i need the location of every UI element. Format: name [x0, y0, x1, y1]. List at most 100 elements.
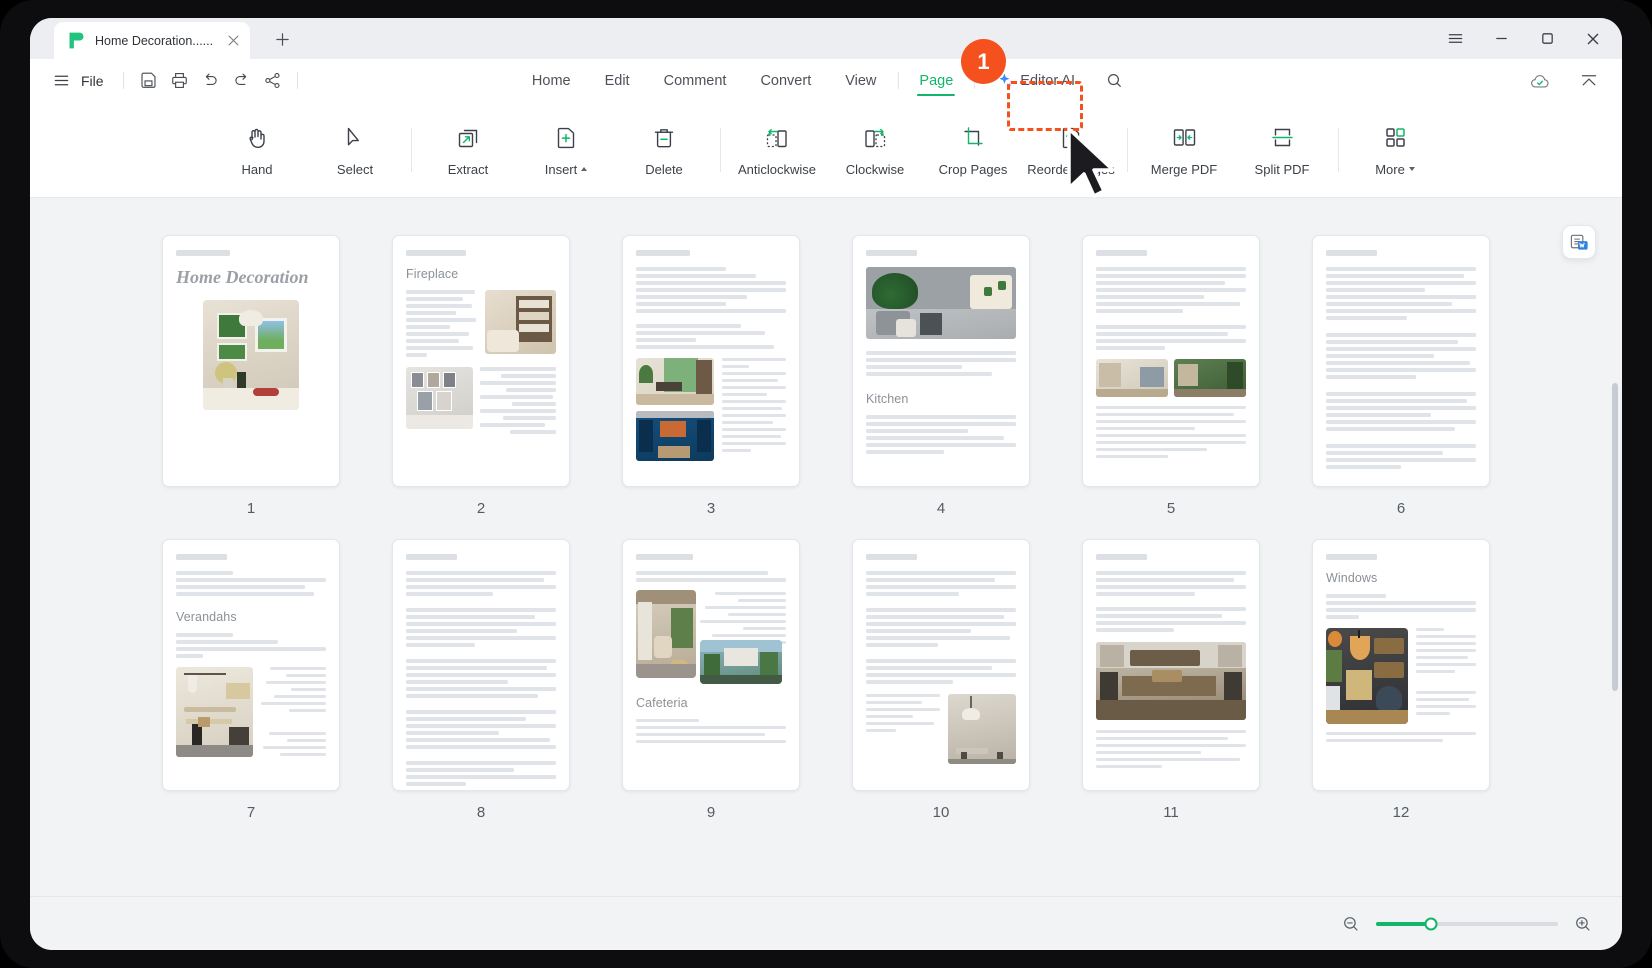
convert-to-word-icon[interactable]: [1562, 225, 1596, 259]
zoom-controls: [1340, 897, 1594, 950]
page-thumbnail-canvas[interactable]: Home Decoration 1 Fireplace 2 3 Kitchen …: [30, 199, 1622, 896]
page-cell[interactable]: 3: [596, 235, 826, 517]
print-icon[interactable]: [164, 65, 195, 96]
tool-reorder-pages[interactable]: Reorder Pages: [1022, 111, 1120, 189]
vertical-scrollbar[interactable]: [1612, 383, 1618, 896]
cloud-check-icon[interactable]: [1524, 65, 1555, 96]
page-cell[interactable]: Home Decoration 1: [136, 235, 366, 517]
divider: [897, 72, 899, 89]
page-cell[interactable]: 5: [1056, 235, 1286, 517]
page-number: 6: [1396, 500, 1406, 517]
tool-clockwise[interactable]: Clockwise: [826, 111, 924, 189]
tool-extract[interactable]: Extract: [419, 111, 517, 189]
collapse-up-icon[interactable]: [1573, 65, 1604, 96]
page-thumbnail-1[interactable]: Home Decoration: [162, 235, 340, 487]
app-window: Home Decoration...... File Home Edit Com…: [30, 18, 1622, 950]
page-cell[interactable]: 8: [366, 539, 596, 821]
page-thumbnail-5[interactable]: [1082, 235, 1260, 487]
page-thumbnail-7[interactable]: Verandahs: [162, 539, 340, 791]
page-thumbnail-8[interactable]: [392, 539, 570, 791]
page-cell[interactable]: 11: [1056, 539, 1286, 821]
page-image: [176, 666, 253, 757]
page-thumbnail-9[interactable]: Cafeteria: [622, 539, 800, 791]
document-tab[interactable]: Home Decoration......: [54, 22, 250, 59]
page-image: [1096, 358, 1168, 397]
scrollbar-thumb[interactable]: [1612, 383, 1618, 691]
tool-merge-pdf[interactable]: Merge PDF: [1135, 111, 1233, 189]
page-heading: Home Decoration: [176, 267, 309, 287]
zoom-in-icon[interactable]: [1572, 913, 1594, 935]
rotate-clockwise-icon: [861, 123, 889, 153]
menu-tab-convert[interactable]: Convert: [743, 59, 828, 102]
zoom-slider-fill: [1376, 922, 1431, 926]
page-image: [866, 267, 1016, 339]
tool-more-label: More: [1375, 162, 1415, 177]
tool-select[interactable]: Select: [306, 111, 404, 189]
page-cell[interactable]: 6: [1286, 235, 1516, 517]
page-heading: Verandahs: [176, 610, 237, 624]
undo-icon[interactable]: [195, 65, 226, 96]
tool-hand-label: Hand: [241, 161, 273, 177]
tool-more[interactable]: More: [1346, 111, 1444, 189]
page-thumbnail-3[interactable]: [622, 235, 800, 487]
page-thumbnail-4[interactable]: Kitchen: [852, 235, 1030, 487]
tool-crop-pages-label: Crop Pages: [938, 161, 1008, 177]
redo-icon[interactable]: [226, 65, 257, 96]
tool-anticlockwise-label: Anticlockwise: [737, 161, 817, 177]
tool-anticlockwise[interactable]: Anticlockwise: [728, 111, 826, 189]
page-cell[interactable]: Verandahs 7: [136, 539, 366, 821]
tool-split-pdf[interactable]: Split PDF: [1233, 111, 1331, 189]
tool-hand[interactable]: Hand: [208, 111, 306, 189]
page-image: [1326, 627, 1409, 724]
maximize-icon[interactable]: [1534, 26, 1560, 52]
menu-tab-home[interactable]: Home: [515, 59, 588, 102]
menu-tab-page[interactable]: Page: [902, 59, 970, 102]
tool-insert[interactable]: Insert: [517, 111, 615, 189]
page-thumbnail-2[interactable]: Fireplace: [392, 235, 570, 487]
hamburger-icon: [50, 70, 72, 92]
page-cell[interactable]: Cafeteria 9: [596, 539, 826, 821]
ribbon-toolbar: Hand Select Extract Insert Delete Anticl…: [30, 102, 1622, 198]
minimize-icon[interactable]: [1488, 26, 1514, 52]
zoom-slider-knob[interactable]: [1424, 917, 1438, 931]
page-heading: Windows: [1326, 571, 1378, 585]
page-cell[interactable]: Windows 12: [1286, 539, 1516, 821]
new-tab-button[interactable]: [270, 27, 294, 51]
search-icon[interactable]: [1092, 59, 1137, 102]
menu-tab-view[interactable]: View: [828, 59, 893, 102]
page-cell[interactable]: Kitchen 4: [826, 235, 1056, 517]
share-icon[interactable]: [257, 65, 288, 96]
extract-pages-icon: [455, 123, 481, 153]
menu-tab-comment[interactable]: Comment: [647, 59, 744, 102]
split-pdf-icon: [1269, 123, 1296, 153]
tool-crop-pages[interactable]: Crop Pages: [924, 111, 1022, 189]
zoom-slider[interactable]: [1376, 917, 1558, 931]
page-image: [1174, 358, 1246, 397]
page-heading: Fireplace: [406, 267, 459, 281]
rotate-anticlockwise-icon: [763, 123, 791, 153]
tool-delete[interactable]: Delete: [615, 111, 713, 189]
menubar: File Home Edit Comment Convert View Page…: [30, 59, 1622, 102]
divider: [1127, 127, 1128, 172]
page-cell[interactable]: 10: [826, 539, 1056, 821]
tool-clockwise-label: Clockwise: [845, 161, 905, 177]
close-icon[interactable]: [224, 32, 242, 50]
menu-tab-edit[interactable]: Edit: [588, 59, 647, 102]
page-cell[interactable]: Fireplace 2: [366, 235, 596, 517]
page-thumbnail-6[interactable]: [1312, 235, 1490, 487]
tool-merge-pdf-label: Merge PDF: [1150, 161, 1218, 177]
file-menu-button[interactable]: File: [46, 70, 114, 92]
page-thumbnail-11[interactable]: [1082, 539, 1260, 791]
page-thumbnail-12[interactable]: Windows: [1312, 539, 1490, 791]
titlebar: Home Decoration......: [30, 18, 1622, 59]
tool-split-pdf-label: Split PDF: [1254, 161, 1310, 177]
page-image: [406, 367, 474, 429]
hamburger-icon[interactable]: [1442, 26, 1468, 52]
close-icon[interactable]: [1580, 26, 1606, 52]
pdf-app-logo-icon: [66, 30, 87, 51]
menu-tab-editor-ai-label: Editor AI: [1020, 72, 1076, 89]
reorder-pages-icon: [1058, 123, 1084, 153]
zoom-out-icon[interactable]: [1340, 913, 1362, 935]
save-icon[interactable]: [133, 65, 164, 96]
page-thumbnail-10[interactable]: [852, 539, 1030, 791]
